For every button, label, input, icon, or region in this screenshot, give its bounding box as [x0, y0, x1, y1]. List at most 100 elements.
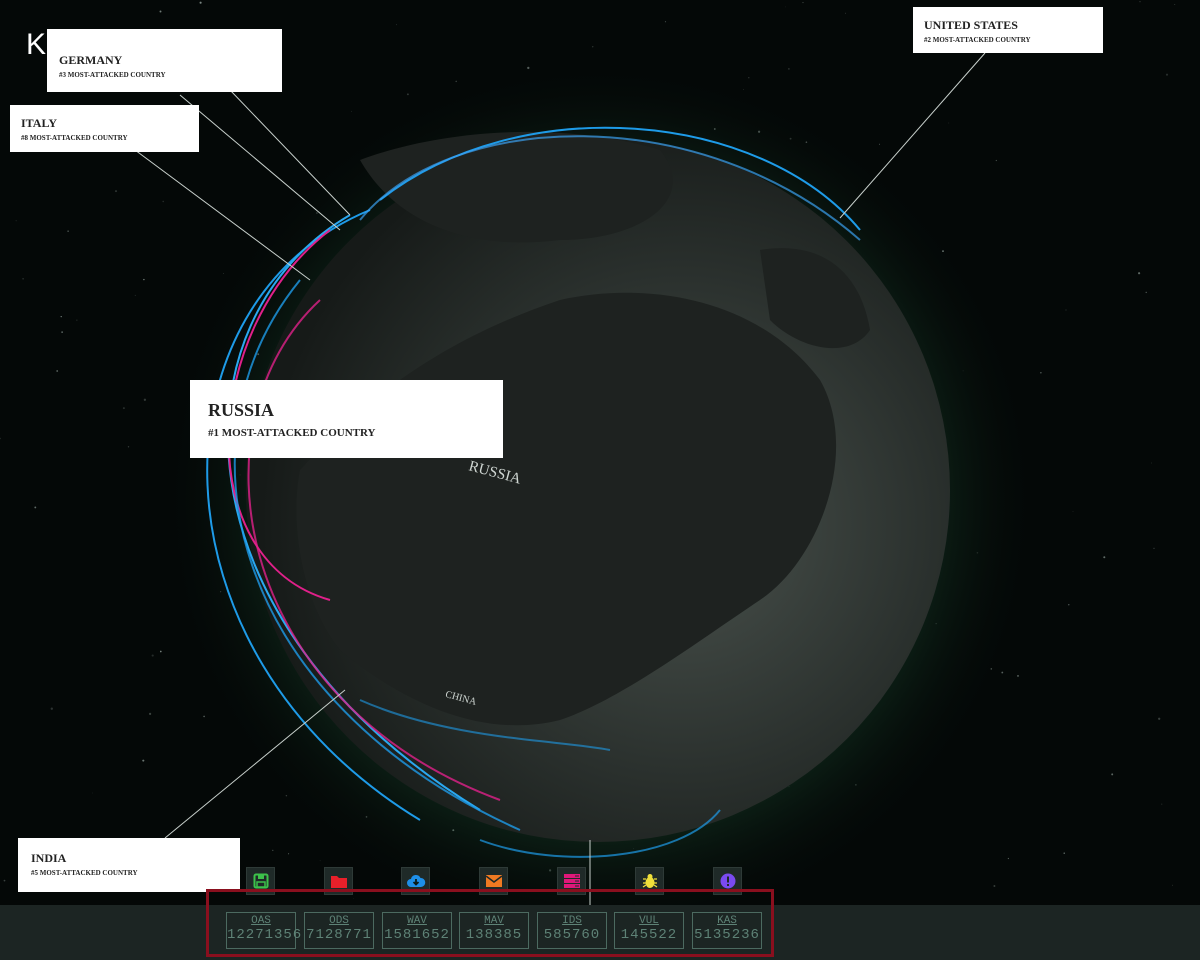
- star: [143, 398, 147, 401]
- star: [76, 319, 78, 321]
- star: [1158, 717, 1161, 720]
- star: [122, 407, 125, 410]
- mav-filter-button[interactable]: [479, 867, 508, 895]
- stat-value: 7128771: [306, 927, 372, 943]
- star: [0, 437, 1, 440]
- callout-germany[interactable]: GERMANY #3 MOST-ATTACKED COUNTRY: [47, 29, 282, 92]
- callout-russia[interactable]: RUSSIA #1 MOST-ATTACKED COUNTRY: [190, 380, 503, 458]
- star: [1165, 73, 1169, 76]
- stat-ids[interactable]: IDS 585760: [537, 912, 607, 949]
- ids-filter-button[interactable]: [557, 867, 586, 895]
- star: [203, 715, 205, 718]
- stat-value: 12271356: [227, 927, 303, 943]
- stat-mav[interactable]: MAV 138385: [459, 912, 529, 949]
- callout-rank: #2 MOST-ATTACKED COUNTRY: [924, 36, 1031, 44]
- callout-country-name: INDIA: [31, 851, 67, 865]
- star: [92, 792, 93, 794]
- star: [56, 370, 59, 372]
- stat-kas[interactable]: KAS 5135236: [692, 912, 762, 949]
- stat-label: ODS: [329, 915, 349, 927]
- callout-country-name: RUSSIA: [208, 400, 275, 420]
- star: [1007, 857, 1010, 860]
- star: [1161, 803, 1163, 805]
- star: [61, 331, 63, 333]
- star: [1145, 291, 1147, 294]
- callout-rank: #5 MOST-ATTACKED COUNTRY: [31, 869, 138, 877]
- stat-wav[interactable]: WAV 1581652: [382, 912, 452, 949]
- star: [784, 6, 786, 8]
- star: [993, 885, 996, 887]
- star: [199, 1, 202, 4]
- star: [3, 879, 6, 882]
- star: [664, 21, 667, 23]
- star: [272, 849, 274, 852]
- callout-country-name: UNITED STATES: [924, 18, 1018, 32]
- star: [1065, 309, 1067, 311]
- stat-label: IDS: [562, 915, 582, 927]
- star: [1103, 556, 1106, 559]
- star: [844, 12, 846, 14]
- kas-filter-button[interactable]: [713, 867, 742, 895]
- star: [948, 122, 950, 124]
- wav-filter-button[interactable]: [401, 867, 430, 895]
- vul-filter-button[interactable]: [635, 867, 664, 895]
- star: [114, 190, 118, 193]
- star: [1068, 604, 1070, 606]
- star: [142, 759, 145, 762]
- callout-india[interactable]: INDIA #5 MOST-ATTACKED COUNTRY: [18, 838, 240, 892]
- stat-vul[interactable]: VUL 145522: [614, 912, 684, 949]
- stat-ods[interactable]: ODS 7128771: [304, 912, 374, 949]
- star: [1063, 852, 1065, 854]
- star: [22, 277, 24, 280]
- star: [60, 315, 62, 318]
- star: [134, 294, 136, 296]
- star: [1111, 773, 1114, 776]
- star: [592, 46, 594, 48]
- oas-filter-button[interactable]: [246, 867, 275, 895]
- stat-label: OAS: [251, 915, 271, 927]
- star: [406, 93, 409, 96]
- ods-filter-button[interactable]: [324, 867, 353, 895]
- star: [1174, 4, 1176, 5]
- callout-italy[interactable]: ITALY #8 MOST-ATTACKED COUNTRY: [10, 105, 199, 152]
- floppy-disk-icon: [253, 873, 268, 889]
- stat-value: 1581652: [384, 927, 450, 943]
- stat-oas[interactable]: OAS 12271356: [226, 912, 303, 949]
- stat-label: MAV: [484, 915, 504, 927]
- star: [143, 278, 145, 281]
- envelope-icon: [485, 875, 502, 887]
- star: [1072, 511, 1074, 512]
- star: [788, 68, 790, 70]
- exclamation-circle-icon: [720, 873, 735, 889]
- stat-label: WAV: [407, 915, 427, 927]
- star: [748, 77, 750, 79]
- star: [288, 853, 290, 855]
- star: [878, 143, 880, 145]
- star: [319, 860, 321, 862]
- star: [50, 707, 53, 710]
- star: [396, 24, 398, 26]
- star: [1139, 1, 1141, 3]
- callout-rank: #3 MOST-ATTACKED COUNTRY: [59, 71, 166, 79]
- bug-icon: [642, 874, 657, 888]
- star: [995, 159, 997, 162]
- star: [159, 650, 162, 653]
- callout-united-states[interactable]: UNITED STATES #2 MOST-ATTACKED COUNTRY: [913, 7, 1103, 53]
- star: [67, 230, 69, 232]
- star: [159, 10, 162, 13]
- stat-value: 145522: [620, 927, 678, 943]
- star: [351, 110, 353, 112]
- star: [148, 712, 152, 716]
- callout-country-name: GERMANY: [59, 53, 123, 67]
- stat-label: KAS: [717, 915, 737, 927]
- star: [1040, 372, 1042, 374]
- cloud-download-icon: [406, 874, 425, 887]
- stat-value: 5135236: [694, 927, 760, 943]
- star: [1171, 884, 1174, 886]
- star: [34, 506, 37, 509]
- stat-value: 585760: [543, 927, 601, 943]
- star: [127, 446, 130, 448]
- server-icon: [563, 874, 580, 888]
- star: [15, 220, 17, 222]
- star: [1151, 462, 1152, 464]
